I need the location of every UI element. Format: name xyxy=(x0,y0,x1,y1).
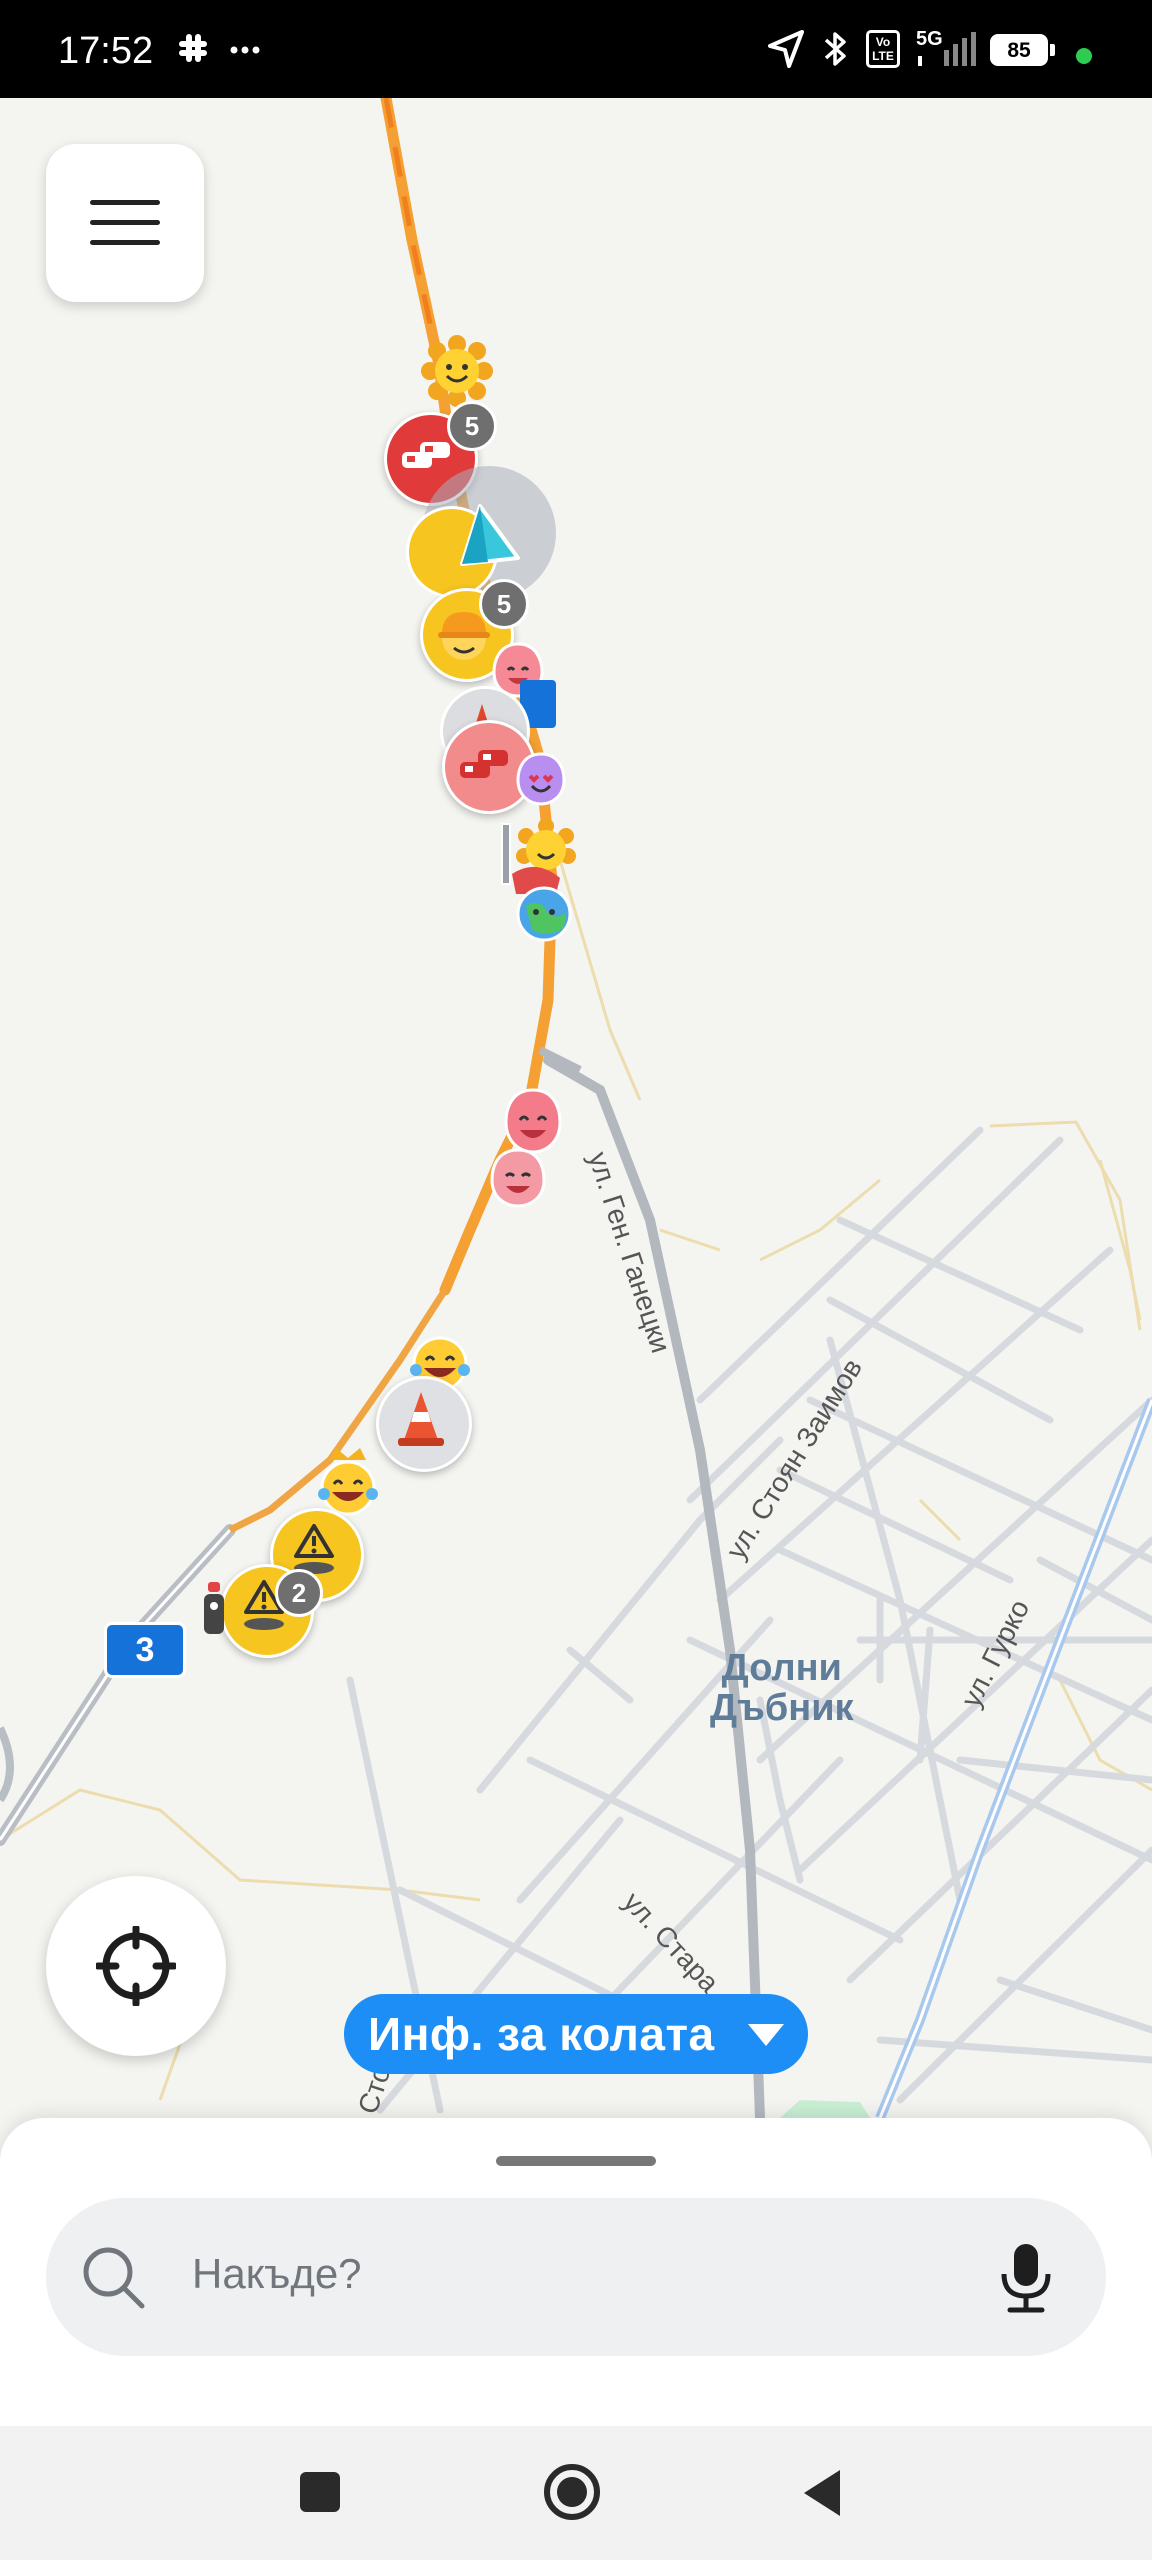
construction-count-badge: 5 xyxy=(479,579,529,629)
town-label-line2: Дъбник xyxy=(710,1687,854,1729)
roadwork-cone-marker[interactable] xyxy=(376,1376,472,1472)
search-input[interactable]: Накъде? xyxy=(192,2250,362,2298)
wazer-sunflower-icon[interactable] xyxy=(420,334,494,408)
hazard-marker[interactable]: 2 xyxy=(220,1564,323,1658)
signal-icon: 5G xyxy=(914,26,980,72)
hamburger-menu-icon xyxy=(90,200,160,245)
recent-apps-icon[interactable] xyxy=(300,2472,340,2512)
bluetooth-icon xyxy=(824,32,846,66)
sheet-drag-handle[interactable] xyxy=(496,2156,656,2166)
traffic-jam-count-badge: 5 xyxy=(447,401,497,451)
more-icon xyxy=(230,46,260,54)
wazer-robot-icon[interactable] xyxy=(194,1576,234,1642)
map-canvas xyxy=(0,98,1152,2118)
town-label-line1: Долни xyxy=(721,1647,842,1689)
search-bar[interactable]: Накъде? xyxy=(46,2198,1106,2356)
back-icon[interactable] xyxy=(800,2468,844,2518)
status-bar: 17:52 Vo LTE 5G 85 xyxy=(0,0,1152,98)
map-view[interactable]: 3 Долни Дъбник ул. Ген. Ганецки ул. Стоя… xyxy=(0,98,1152,2118)
system-nav-bar xyxy=(0,2426,1152,2560)
home-icon[interactable] xyxy=(542,2462,602,2522)
car-info-button[interactable]: Инф. за колата xyxy=(344,1994,808,2074)
current-position-arrow-icon xyxy=(460,504,520,566)
wazer-cluster-icon[interactable] xyxy=(496,814,580,964)
menu-button[interactable] xyxy=(46,144,204,302)
microphone-icon[interactable] xyxy=(998,2242,1054,2314)
battery-icon: 85 xyxy=(990,34,1056,66)
caret-down-icon xyxy=(748,2024,784,2046)
crosshair-icon xyxy=(96,1926,176,2006)
location-arrow-icon xyxy=(768,30,804,68)
town-label: Долни Дъбник xyxy=(710,1648,854,1728)
route-number-shield: 3 xyxy=(104,1622,186,1678)
wazer-purple-icon[interactable] xyxy=(512,748,570,810)
recenter-button[interactable] xyxy=(46,1876,226,2056)
privacy-dot-icon xyxy=(1076,48,1092,64)
wazer-pink-icon[interactable] xyxy=(486,1144,550,1212)
volte-icon: Vo LTE xyxy=(866,30,900,68)
bottom-sheet[interactable]: Накъде? xyxy=(0,2118,1152,2426)
status-time: 17:52 xyxy=(58,30,154,72)
search-icon xyxy=(83,2247,145,2309)
hazard-count-badge: 2 xyxy=(275,1569,323,1617)
car-info-label: Инф. за колата xyxy=(368,2008,715,2060)
slack-icon xyxy=(179,34,207,62)
battery-level: 85 xyxy=(1007,39,1031,62)
traffic-cone-icon xyxy=(398,1392,444,1446)
